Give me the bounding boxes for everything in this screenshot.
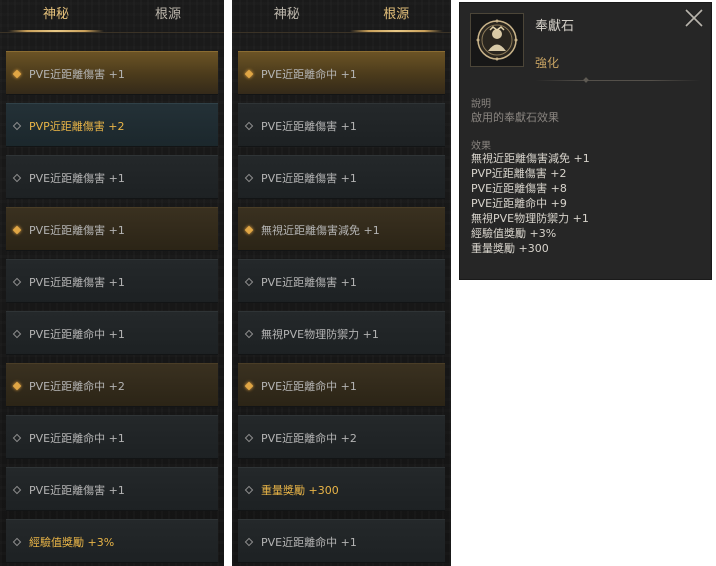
effects-list: 無視近距離傷害減免 +1 PVP近距離傷害 +2 PVE近距離傷害 +8 PVE近距離… (471, 151, 590, 256)
active-diamond-icon (12, 69, 22, 78)
active-diamond-icon (12, 225, 22, 234)
diamond-icon (12, 485, 22, 494)
stone-slot-label: PVP近距離傷害 +2 (29, 119, 125, 133)
effect-line: 重量獎勵 +300 (471, 242, 549, 255)
mid-tab-bar: 神秘 根源 (232, 0, 451, 33)
diamond-icon (244, 329, 254, 338)
stone-slot-label: PVE近距離傷害 +1 (29, 275, 125, 289)
item-title: 奉獻石 (535, 19, 575, 34)
stone-slot-label: PVE近距離命中 +1 (261, 535, 357, 549)
effect-line: PVE近距離傷害 +8 (471, 182, 567, 195)
stone-slot[interactable]: PVE近距離傷害 +1 (6, 51, 218, 95)
effect-line: 無視PVE物理防禦力 +1 (471, 212, 589, 225)
stone-slot-label: PVE近距離命中 +1 (261, 379, 357, 393)
stone-slot[interactable]: PVE近距離傷害 +1 (6, 467, 218, 511)
stone-slot-label: PVE近距離傷害 +1 (29, 67, 125, 81)
diamond-icon (12, 121, 22, 130)
stone-slot-label: PVE近距離命中 +1 (29, 431, 125, 445)
stone-slot[interactable]: PVE近距離命中 +1 (238, 51, 445, 95)
tab-origin[interactable]: 根源 (342, 0, 452, 32)
stone-slot[interactable]: PVE近距離命中 +1 (6, 311, 218, 355)
stone-slot[interactable]: PVE近距離命中 +2 (238, 415, 445, 459)
stone-slot-label: PVE近距離傷害 +1 (29, 223, 125, 237)
description-text: 啟用的奉獻石效果 (471, 111, 559, 124)
diamond-icon (244, 277, 254, 286)
left-tab-bar: 神秘 根源 (0, 0, 224, 33)
stone-slot[interactable]: PVE近距離命中 +2 (6, 363, 218, 407)
stone-slot[interactable]: PVP近距離傷害 +2 (6, 103, 218, 147)
stone-slot[interactable]: 無視PVE物理防禦力 +1 (238, 311, 445, 355)
devotion-stone-icon (476, 19, 518, 61)
diamond-icon (12, 537, 22, 546)
stone-slot[interactable]: 無視近距離傷害減免 +1 (238, 207, 445, 251)
diamond-icon (12, 329, 22, 338)
divider (535, 80, 701, 81)
effect-line: 經驗值獎勵 +3% (471, 227, 557, 240)
left-panel: 神秘 根源 PVE近距離傷害 +1 PVP近距離傷害 +2 PVE近距離傷害 +1 P… (0, 0, 224, 566)
effects-label: 效果 (471, 141, 491, 152)
stone-slot[interactable]: PVE近距離傷害 +1 (6, 259, 218, 303)
tab-origin[interactable]: 根源 (112, 0, 224, 32)
effect-line: 無視近距離傷害減免 +1 (471, 152, 590, 165)
effect-line: PVP近距離傷害 +2 (471, 167, 567, 180)
middle-panel: 神秘 根源 PVE近距離命中 +1 PVE近距離傷害 +1 PVE近距離傷害 +1 無… (232, 0, 451, 566)
info-panel: 奉獻石 強化 說明 啟用的奉獻石效果 效果 無視近距離傷害減免 +1 PVP近距離… (459, 2, 712, 280)
diamond-icon (244, 485, 254, 494)
stone-slot-label: PVE近距離命中 +1 (29, 327, 125, 341)
tab-mystic[interactable]: 神秘 (232, 0, 342, 32)
left-stone-list: PVE近距離傷害 +1 PVP近距離傷害 +2 PVE近距離傷害 +1 PVE近距離傷… (0, 51, 224, 563)
stone-slot[interactable]: 經驗值獎勵 +3% (6, 519, 218, 563)
stone-slot-label: PVE近距離傷害 +1 (261, 275, 357, 289)
stone-slot-label: 無視近距離傷害減免 +1 (261, 223, 380, 237)
diamond-icon (12, 173, 22, 182)
active-diamond-icon (244, 69, 254, 78)
diamond-icon (12, 277, 22, 286)
diamond-icon (12, 433, 22, 442)
diamond-icon (244, 433, 254, 442)
effect-line: PVE近距離命中 +9 (471, 197, 567, 210)
stone-slot-label: 重量獎勵 +300 (261, 483, 339, 497)
stone-slot[interactable]: PVE近距離傷害 +1 (6, 155, 218, 199)
active-diamond-icon (244, 225, 254, 234)
stone-slot-label: PVE近距離傷害 +1 (261, 171, 357, 185)
stone-slot[interactable]: PVE近距離命中 +1 (238, 363, 445, 407)
stone-slot[interactable]: PVE近距離命中 +1 (6, 415, 218, 459)
devotion-stone-icon-frame (470, 13, 524, 67)
mid-stone-list: PVE近距離命中 +1 PVE近距離傷害 +1 PVE近距離傷害 +1 無視近距離傷害… (232, 51, 451, 563)
active-diamond-icon (12, 381, 22, 390)
stone-slot[interactable]: 重量獎勵 +300 (238, 467, 445, 511)
description-label: 說明 (471, 99, 491, 110)
stone-slot-label: PVE近距離傷害 +1 (29, 483, 125, 497)
stone-slot-label: PVE近距離命中 +1 (261, 67, 357, 81)
close-button[interactable] (683, 7, 705, 29)
stone-slot[interactable]: PVE近距離傷害 +1 (238, 155, 445, 199)
stone-slot-label: PVE近距離傷害 +1 (29, 171, 125, 185)
close-icon (685, 9, 703, 27)
divider-ornament (583, 77, 589, 83)
stone-slot[interactable]: PVE近距離命中 +1 (238, 519, 445, 563)
stone-slot[interactable]: PVE近距離傷害 +1 (238, 103, 445, 147)
active-diamond-icon (244, 381, 254, 390)
item-subtitle: 強化 (535, 56, 560, 70)
stone-slot[interactable]: PVE近距離傷害 +1 (238, 259, 445, 303)
diamond-icon (244, 121, 254, 130)
stone-slot-label: 經驗值獎勵 +3% (29, 535, 115, 549)
stone-slot-label: PVE近距離命中 +2 (29, 379, 125, 393)
diamond-icon (244, 537, 254, 546)
stone-slot-label: 無視PVE物理防禦力 +1 (261, 327, 379, 341)
tab-mystic[interactable]: 神秘 (0, 0, 112, 32)
stone-slot-label: PVE近距離命中 +2 (261, 431, 357, 445)
diamond-icon (244, 173, 254, 182)
stone-slot[interactable]: PVE近距離傷害 +1 (6, 207, 218, 251)
stone-slot-label: PVE近距離傷害 +1 (261, 119, 357, 133)
